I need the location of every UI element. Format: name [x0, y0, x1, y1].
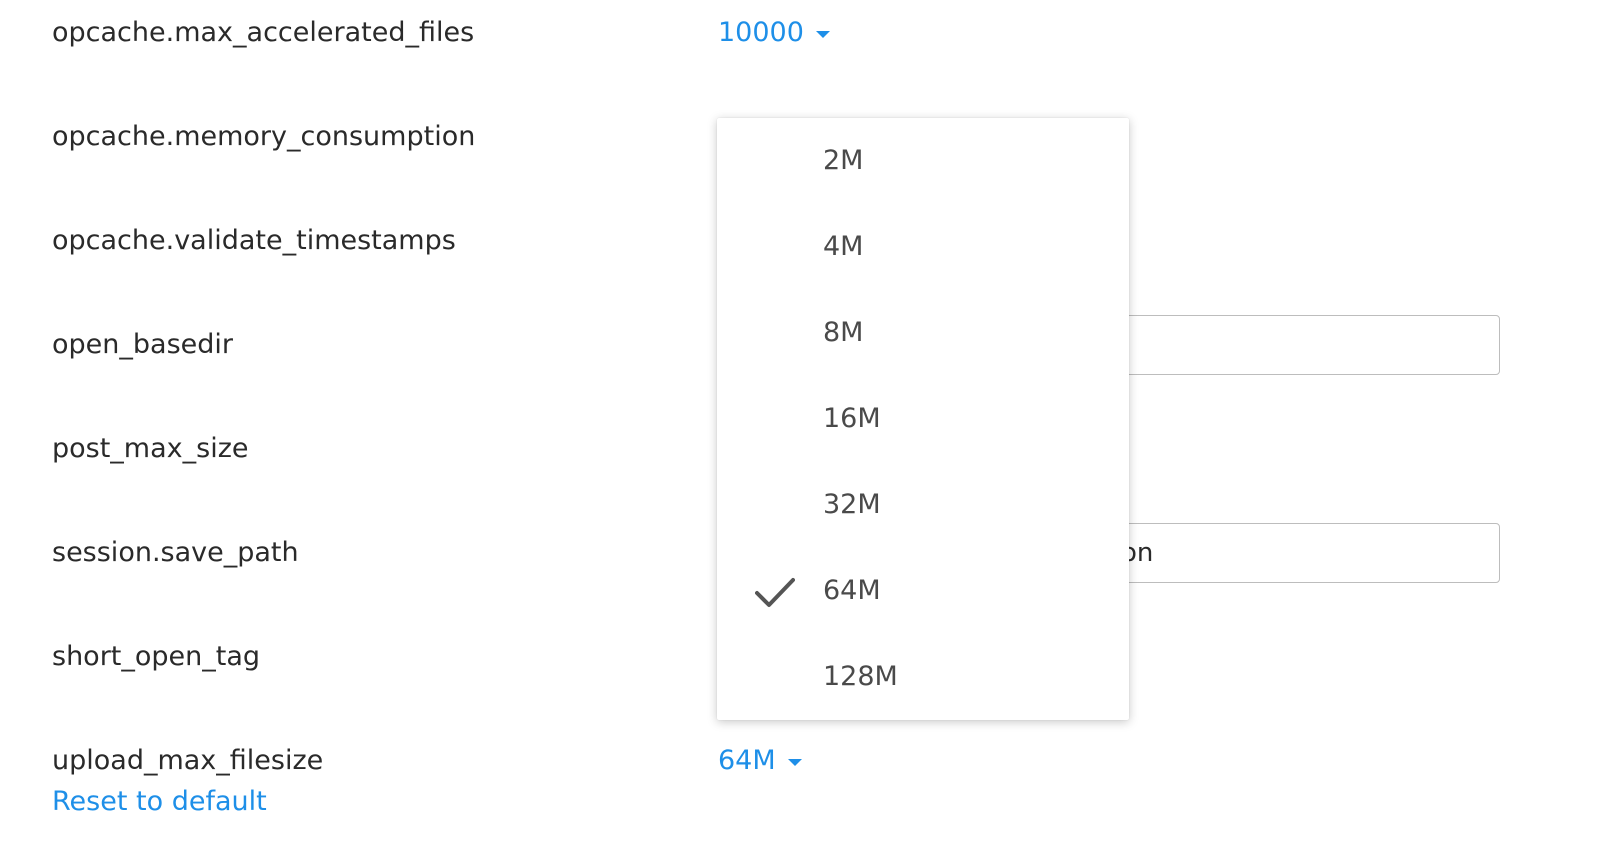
max-accelerated-files-select[interactable]: 10000	[718, 16, 830, 50]
setting-label-opcache-max-accelerated-files: opcache.max_accelerated_files	[52, 17, 475, 48]
setting-label-post-max-size: post_max_size	[52, 433, 249, 464]
setting-label-opcache-validate-timestamps: opcache.validate_timestamps	[52, 225, 456, 256]
upload-max-filesize-value: 64M	[718, 745, 776, 776]
setting-label-short-open-tag: short_open_tag	[52, 641, 261, 672]
dropdown-option-2m[interactable]: 2M	[717, 118, 1129, 204]
chevron-down-icon	[787, 758, 802, 766]
dropdown-option-128m[interactable]: 128M	[717, 634, 1129, 720]
setting-label-open-basedir: open_basedir	[52, 329, 233, 360]
dropdown-option-64m[interactable]: 64M	[717, 548, 1129, 634]
check-icon	[755, 578, 795, 607]
memory-consumption-dropdown-menu: 2M 4M 8M 16M 32M 64M 128M	[717, 118, 1129, 720]
setting-label-opcache-memory-consumption: opcache.memory_consumption	[52, 121, 476, 152]
php-settings-page: opcache.max_accelerated_files opcache.me…	[0, 0, 1600, 860]
dropdown-option-label: 2M	[823, 145, 864, 176]
max-accelerated-files-value: 10000	[718, 17, 804, 48]
chevron-down-icon	[815, 30, 830, 38]
open-basedir-input[interactable]	[1100, 315, 1500, 375]
setting-label-session-save-path: session.save_path	[52, 537, 299, 568]
setting-label-upload-max-filesize: upload_max_filesize	[52, 745, 324, 776]
dropdown-option-label: 4M	[823, 231, 864, 262]
upload-max-filesize-select[interactable]: 64M	[718, 744, 802, 778]
dropdown-option-16m[interactable]: 16M	[717, 376, 1129, 462]
reset-to-default-link[interactable]: Reset to default	[52, 785, 267, 819]
dropdown-option-label: 8M	[823, 317, 864, 348]
dropdown-option-label: 32M	[823, 489, 881, 520]
dropdown-option-8m[interactable]: 8M	[717, 290, 1129, 376]
dropdown-option-4m[interactable]: 4M	[717, 204, 1129, 290]
dropdown-option-label: 128M	[823, 661, 898, 692]
dropdown-option-label: 16M	[823, 403, 881, 434]
dropdown-option-label: 64M	[823, 575, 881, 606]
dropdown-option-32m[interactable]: 32M	[717, 462, 1129, 548]
session-save-path-input[interactable]: on	[1100, 523, 1500, 583]
